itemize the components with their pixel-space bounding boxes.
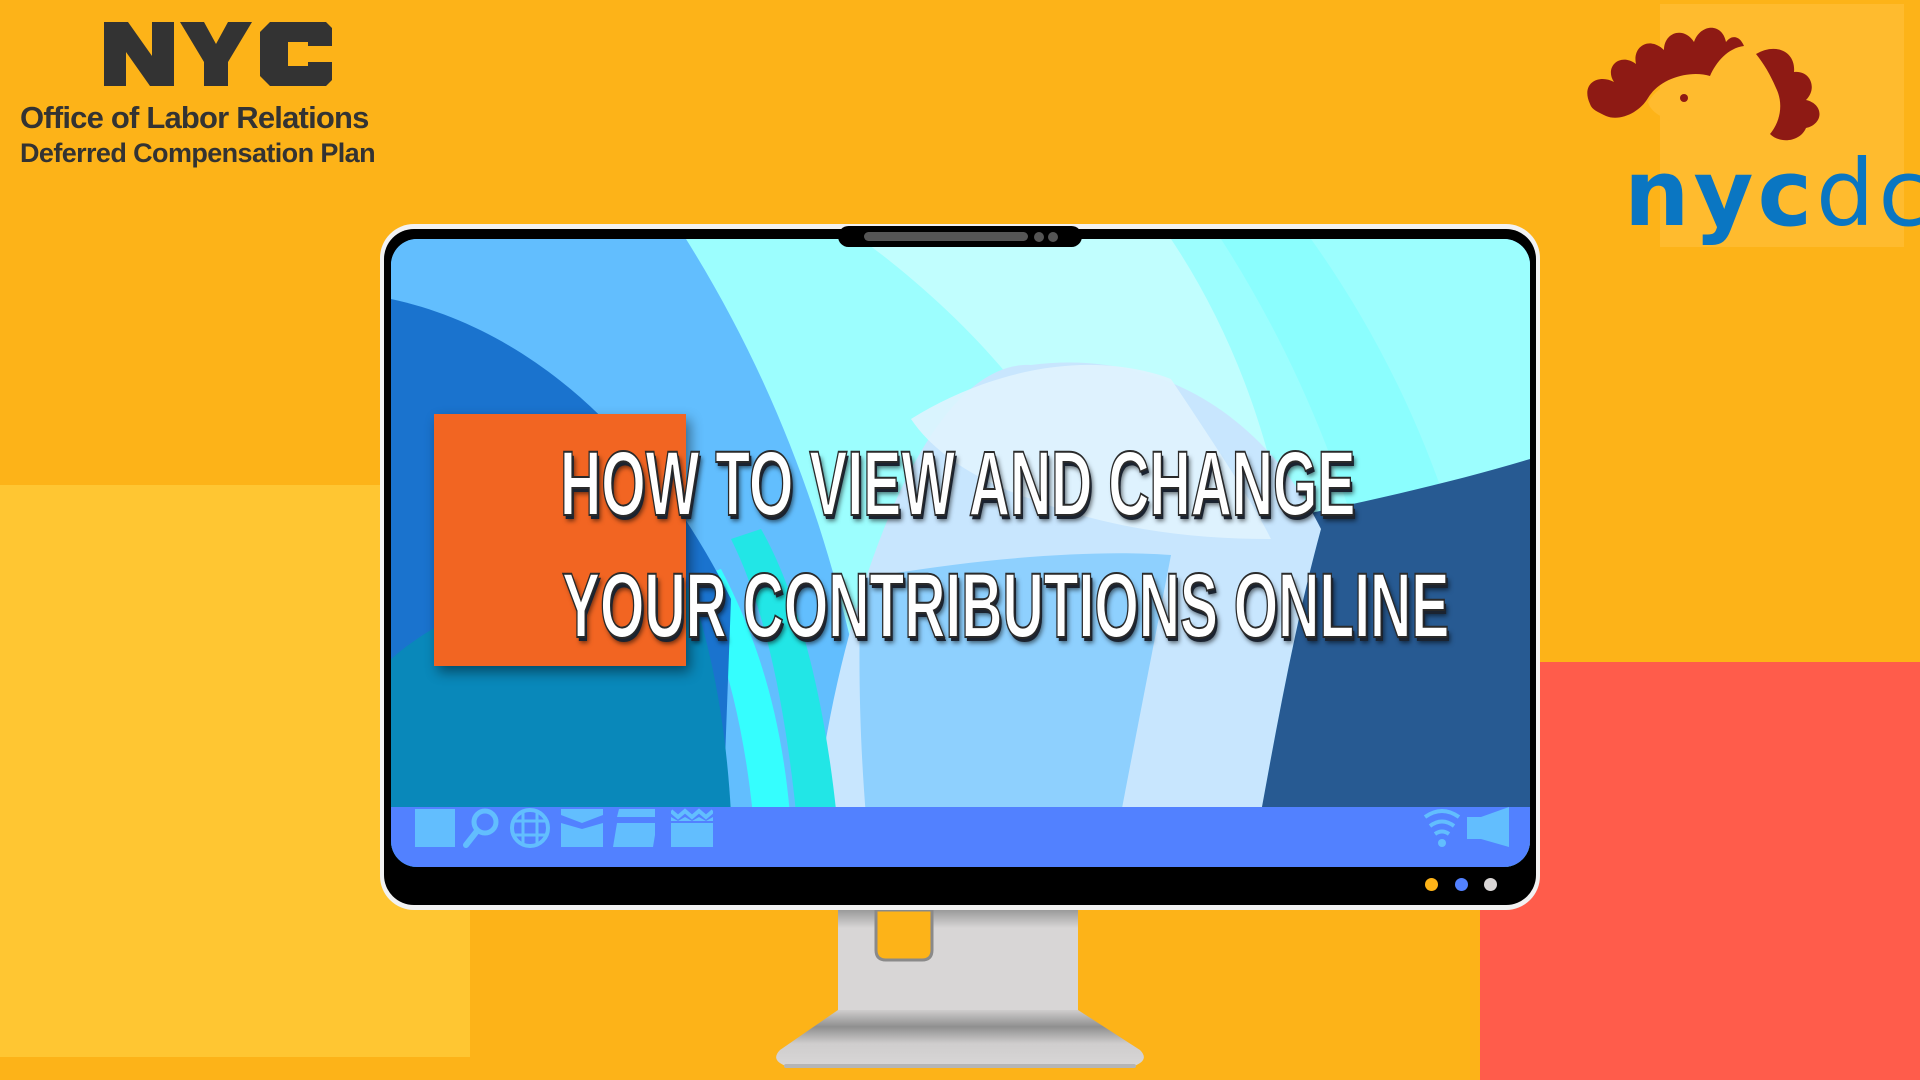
globe-icon[interactable] — [509, 807, 551, 849]
indicator-dot-yellow — [1425, 878, 1438, 891]
title-line-1: HOW TO VIEW AND CHANGE — [559, 433, 1356, 535]
wifi-icon[interactable] — [1421, 807, 1463, 849]
window-icon[interactable] — [413, 807, 455, 849]
title-line-2: YOUR CONTRIBUTIONS ONLINE — [561, 555, 1450, 657]
camera-dot-icon — [1048, 232, 1058, 242]
indicator-dots — [1425, 878, 1515, 892]
search-icon[interactable] — [461, 807, 503, 849]
olr-line2: Deferred Compensation Plan — [20, 138, 376, 168]
folder-icon[interactable] — [613, 807, 655, 849]
taskbar — [391, 807, 1530, 867]
indicator-dot-gray — [1484, 878, 1497, 891]
camera-notch — [838, 226, 1082, 247]
nycdcp-logo: nycdcp — [1580, 12, 1920, 247]
nyc-wordmark-icon — [104, 22, 332, 86]
nycdcp-wordmark: nycdcp — [1624, 140, 1920, 247]
notch-speaker — [864, 232, 1028, 241]
squirrel-logo-icon — [1587, 27, 1820, 141]
olr-line1: Office of Labor Relations — [20, 100, 369, 135]
indicator-dot-blue — [1455, 878, 1468, 891]
calendar-icon[interactable] — [671, 807, 713, 849]
speaker-icon[interactable] — [1467, 807, 1509, 849]
camera-dot-icon — [1034, 232, 1044, 242]
monitor-stand — [776, 910, 1144, 1068]
mail-icon[interactable] — [561, 807, 603, 849]
background-block-right — [1480, 662, 1920, 1080]
